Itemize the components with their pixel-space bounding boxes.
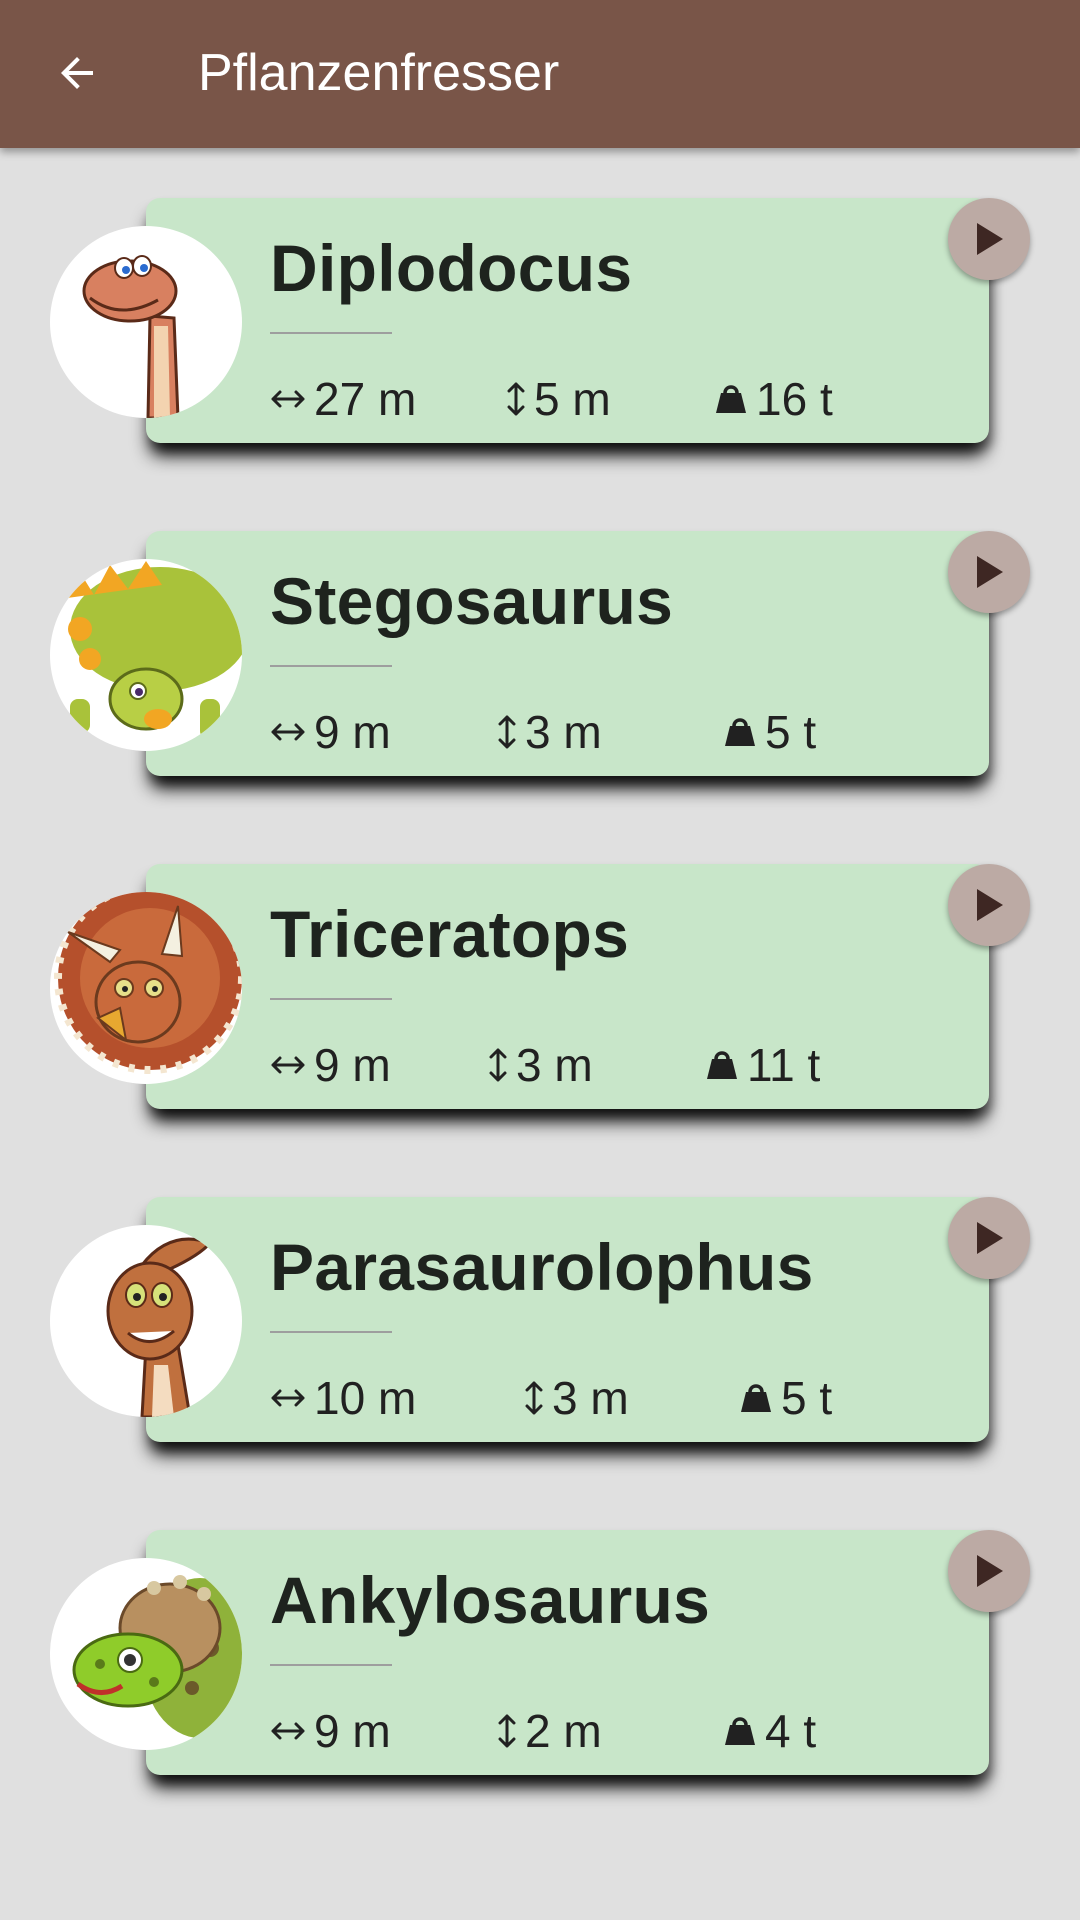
height-value: 3 m	[516, 1039, 593, 1091]
height-stat: 3 m	[488, 1038, 705, 1092]
height-stat: 5 m	[506, 372, 714, 426]
dinosaur-name: Diplodocus	[270, 231, 633, 305]
stats-row: 9 m 3 m 11 t	[270, 1032, 820, 1098]
weight-stat: 5 t	[739, 1371, 832, 1425]
horizontal-arrow-icon	[270, 722, 306, 742]
length-value: 9 m	[314, 706, 391, 758]
weight-stat: 4 t	[723, 1704, 816, 1758]
dinosaur-card[interactable]: Ankylosaurus 9 m 2 m 4 t	[146, 1530, 989, 1775]
weight-icon	[723, 1716, 757, 1746]
divider	[270, 998, 392, 1000]
length-stat: 9 m	[270, 705, 497, 759]
stats-row: 9 m 2 m 4 t	[270, 1698, 816, 1764]
dinosaur-card[interactable]: Diplodocus 27 m 5 m 16 t	[146, 198, 989, 443]
length-stat: 9 m	[270, 1038, 488, 1092]
height-value: 3 m	[552, 1372, 629, 1424]
page-title: Pflanzenfresser	[198, 44, 560, 102]
play-button[interactable]	[948, 864, 1030, 946]
diplodocus-image	[50, 226, 242, 418]
arrow-back-icon[interactable]	[53, 49, 101, 97]
play-icon[interactable]	[971, 552, 1007, 592]
vertical-arrow-icon	[524, 1380, 544, 1416]
height-value: 2 m	[525, 1705, 602, 1757]
stats-row: 9 m 3 m 5 t	[270, 699, 816, 765]
divider	[270, 332, 392, 334]
divider	[270, 1664, 392, 1666]
height-stat: 3 m	[497, 705, 723, 759]
list-item[interactable]: Stegosaurus 9 m 3 m 5 t	[0, 531, 1080, 864]
play-button[interactable]	[948, 198, 1030, 280]
play-icon[interactable]	[971, 885, 1007, 925]
horizontal-arrow-icon	[270, 1721, 306, 1741]
height-value: 3 m	[525, 706, 602, 758]
height-stat: 3 m	[524, 1371, 739, 1425]
play-button[interactable]	[948, 1197, 1030, 1279]
length-stat: 27 m	[270, 372, 506, 426]
stats-row: 27 m 5 m 16 t	[270, 366, 833, 432]
list-item[interactable]: Diplodocus 27 m 5 m 16 t	[0, 198, 1080, 531]
weight-value: 5 t	[781, 1372, 833, 1424]
app-bar: Pflanzenfresser	[0, 0, 1080, 148]
dinosaur-name: Parasaurolophus	[270, 1230, 814, 1304]
height-value: 5 m	[534, 373, 611, 425]
height-stat: 2 m	[497, 1704, 723, 1758]
length-value: 9 m	[314, 1039, 391, 1091]
stegosaurus-image	[50, 559, 242, 751]
horizontal-arrow-icon	[270, 1055, 306, 1075]
weight-stat: 16 t	[714, 372, 833, 426]
list-item[interactable]: Parasaurolophus 10 m 3 m 5 t	[0, 1197, 1080, 1530]
play-icon[interactable]	[971, 1218, 1007, 1258]
weight-value: 11 t	[747, 1039, 821, 1091]
weight-value: 4 t	[765, 1705, 817, 1757]
play-button[interactable]	[948, 1530, 1030, 1612]
weight-icon	[714, 384, 748, 414]
vertical-arrow-icon	[497, 714, 517, 750]
dinosaur-card[interactable]: Triceratops 9 m 3 m 11 t	[146, 864, 989, 1109]
divider	[270, 665, 392, 667]
back-button[interactable]	[44, 40, 110, 106]
weight-value: 16 t	[756, 373, 833, 425]
length-stat: 9 m	[270, 1704, 497, 1758]
ankylosaurus-image	[50, 1558, 242, 1750]
vertical-arrow-icon	[497, 1713, 517, 1749]
triceratops-image	[50, 892, 242, 1084]
play-button[interactable]	[948, 531, 1030, 613]
list-item[interactable]: Ankylosaurus 9 m 2 m 4 t	[0, 1530, 1080, 1863]
weight-stat: 5 t	[723, 705, 816, 759]
dinosaur-name: Ankylosaurus	[270, 1563, 711, 1637]
dinosaur-list: Diplodocus 27 m 5 m 16 t Stegosaurus 9 m…	[0, 198, 1080, 1863]
weight-icon	[723, 717, 757, 747]
length-stat: 10 m	[270, 1371, 524, 1425]
dinosaur-name: Stegosaurus	[270, 564, 674, 638]
weight-stat: 11 t	[705, 1038, 820, 1092]
length-value: 27 m	[314, 373, 417, 425]
horizontal-arrow-icon	[270, 1388, 306, 1408]
list-item[interactable]: Triceratops 9 m 3 m 11 t	[0, 864, 1080, 1197]
weight-icon	[739, 1383, 773, 1413]
length-value: 9 m	[314, 1705, 391, 1757]
play-icon[interactable]	[971, 219, 1007, 259]
dinosaur-card[interactable]: Stegosaurus 9 m 3 m 5 t	[146, 531, 989, 776]
play-icon[interactable]	[971, 1551, 1007, 1591]
vertical-arrow-icon	[506, 381, 526, 417]
horizontal-arrow-icon	[270, 389, 306, 409]
dinosaur-card[interactable]: Parasaurolophus 10 m 3 m 5 t	[146, 1197, 989, 1442]
vertical-arrow-icon	[488, 1047, 508, 1083]
dinosaur-name: Triceratops	[270, 897, 630, 971]
parasaurolophus-image	[50, 1225, 242, 1417]
divider	[270, 1331, 392, 1333]
stats-row: 10 m 3 m 5 t	[270, 1365, 832, 1431]
length-value: 10 m	[314, 1372, 417, 1424]
weight-value: 5 t	[765, 706, 817, 758]
weight-icon	[705, 1050, 739, 1080]
